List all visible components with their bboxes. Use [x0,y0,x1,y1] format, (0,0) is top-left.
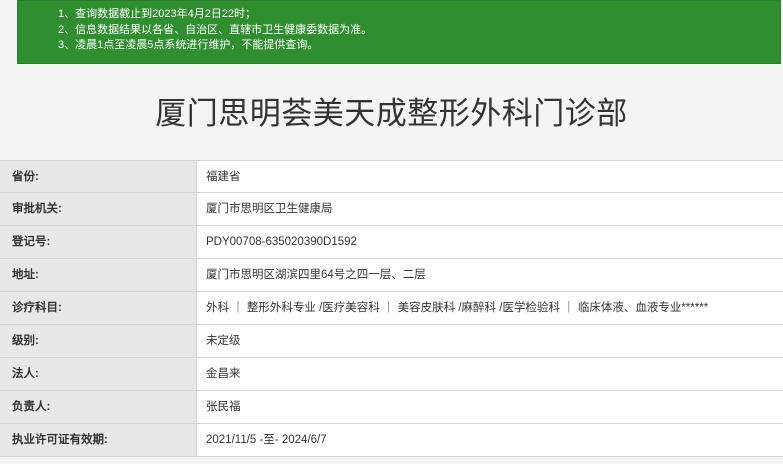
notice-line-2: 2、信息数据结果以各省、自治区、直辖市卫生健康委数据为准。 [58,23,373,36]
row-label: 省份: [0,161,196,192]
row-value: 张民福 [196,391,783,423]
table-row-registration-number: 登记号: PDY00708-635020390D1592 [0,226,783,259]
row-label: 执业许可证有效期: [0,424,196,456]
notice-line-1: 1、查询数据截止到2023年4月2日22时； [58,8,257,20]
row-value: 福建省 [196,161,783,192]
table-row-province: 省份: 福建省 [0,160,783,193]
row-value: 厦门市思明区卫生健康局 [196,193,783,225]
table-row-person-in-charge: 负责人: 张民福 [0,391,783,424]
notice-line-3: 3、凌晨1点至凌晨5点系统进行维护，不能提供查询。 [58,39,319,51]
notice-banner: 1、查询数据截止到2023年4月2日22时； 2、信息数据结果以各省、自治区、直… [17,0,781,64]
table-row-approval-authority: 审批机关: 厦门市思明区卫生健康局 [0,193,783,226]
row-value: 外科 ｜ 整形外科专业 /医疗美容科 ｜ 美容皮肤科 /麻醉科 /医学检验科 ｜… [196,292,783,324]
row-label: 级别: [0,325,196,357]
row-value: 金昌来 [196,358,783,390]
row-label: 地址: [0,259,196,291]
row-label: 登记号: [0,226,196,258]
row-value: 厦门市思明区湖滨四里64号之四一层、二层 [196,259,783,291]
page-title: 厦门思明荟美天成整形外科门诊部 [155,96,628,131]
table-row-level: 级别: 未定级 [0,325,783,358]
table-row-departments: 诊疗科目: 外科 ｜ 整形外科专业 /医疗美容科 ｜ 美容皮肤科 /麻醉科 /医… [0,292,783,325]
row-label: 审批机关: [0,193,196,225]
info-table: 省份: 福建省 审批机关: 厦门市思明区卫生健康局 登记号: PDY00708-… [0,160,783,457]
table-row-license-validity: 执业许可证有效期: 2021/11/5 -至- 2024/6/7 [0,424,783,457]
table-row-address: 地址: 厦门市思明区湖滨四里64号之四一层、二层 [0,259,783,292]
table-row-legal-person: 法人: 金昌来 [0,358,783,391]
row-label: 负责人: [0,391,196,423]
row-label: 诊疗科目: [0,292,196,324]
row-value: 未定级 [196,325,783,357]
row-label: 法人: [0,358,196,390]
row-value: 2021/11/5 -至- 2024/6/7 [196,424,783,456]
row-value: PDY00708-635020390D1592 [196,226,783,258]
